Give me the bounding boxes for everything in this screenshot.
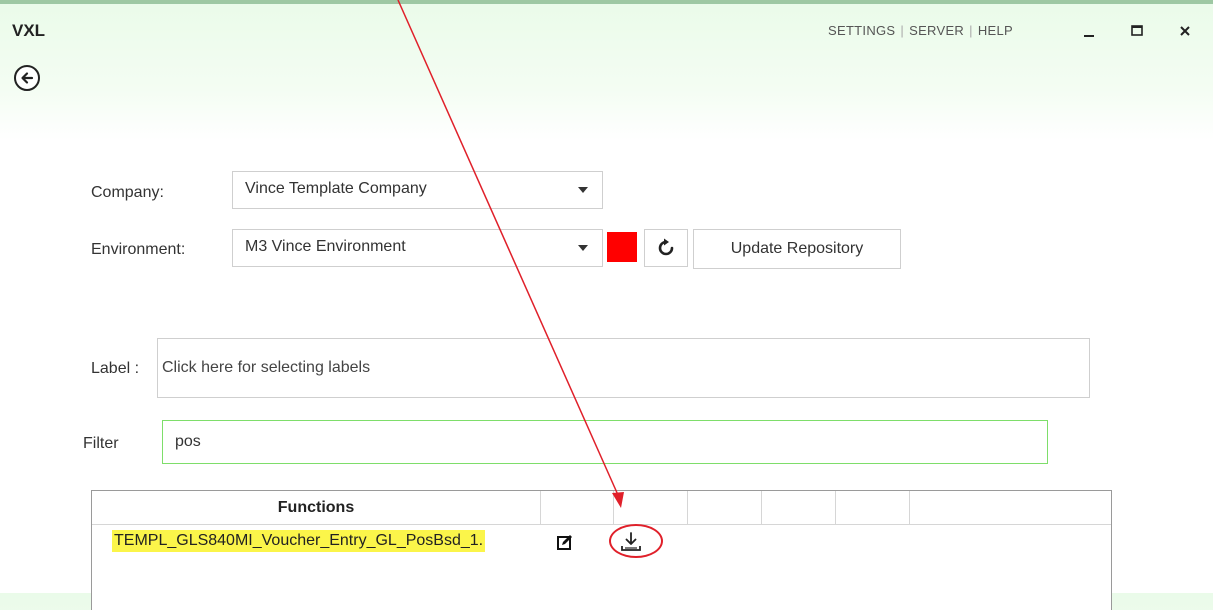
function-name: TEMPL_GLS840MI_Voucher_Entry_GL_PosBsd_1…	[112, 530, 486, 552]
minimize-icon	[1084, 35, 1094, 37]
column-header-empty	[688, 491, 762, 524]
close-button[interactable]	[1172, 18, 1198, 44]
window-top-border	[0, 0, 1213, 4]
back-button[interactable]	[14, 65, 40, 91]
company-dropdown[interactable]: Vince Template Company	[232, 171, 603, 209]
table-row[interactable]: TEMPL_GLS840MI_Voucher_Entry_GL_PosBsd_1…	[92, 524, 1111, 559]
close-icon	[1180, 26, 1190, 36]
server-link[interactable]: SERVER	[909, 23, 964, 38]
environment-value: M3 Vince Environment	[245, 238, 406, 255]
column-header-functions[interactable]: Functions	[92, 491, 541, 524]
edit-icon[interactable]	[557, 534, 573, 550]
environment-status-indicator	[607, 232, 637, 262]
filter-label: Filter	[83, 435, 119, 452]
refresh-button[interactable]	[644, 229, 688, 267]
top-navigation: SETTINGS | SERVER | HELP	[828, 23, 1013, 38]
chevron-down-icon	[578, 245, 588, 251]
chevron-down-icon	[578, 187, 588, 193]
update-repository-button[interactable]: Update Repository	[693, 229, 901, 269]
maximize-icon	[1131, 25, 1143, 36]
company-label: Company:	[91, 184, 164, 201]
arrow-left-icon	[21, 72, 34, 84]
refresh-icon	[658, 238, 674, 256]
minimize-button[interactable]	[1076, 18, 1102, 44]
help-link[interactable]: HELP	[978, 23, 1013, 38]
company-value: Vince Template Company	[245, 180, 427, 197]
column-header-download	[614, 491, 688, 524]
label-selector[interactable]: Click here for selecting labels	[157, 338, 1090, 398]
settings-link[interactable]: SETTINGS	[828, 23, 895, 38]
table-header: Functions	[92, 491, 1111, 525]
annotation-circle	[609, 524, 663, 558]
column-header-empty	[762, 491, 836, 524]
column-header-empty	[836, 491, 910, 524]
nav-separator: |	[969, 23, 973, 38]
environment-label: Environment:	[91, 241, 186, 258]
nav-separator: |	[900, 23, 905, 38]
functions-table: Functions TEMPL_GLS840MI_Voucher_Entry_G…	[91, 490, 1112, 610]
column-header-edit	[541, 491, 614, 524]
app-title: VXL	[12, 21, 46, 40]
maximize-button[interactable]	[1124, 18, 1150, 44]
filter-input[interactable]	[162, 420, 1048, 464]
label-prefix: Label :	[91, 360, 140, 377]
environment-dropdown[interactable]: M3 Vince Environment	[232, 229, 603, 267]
